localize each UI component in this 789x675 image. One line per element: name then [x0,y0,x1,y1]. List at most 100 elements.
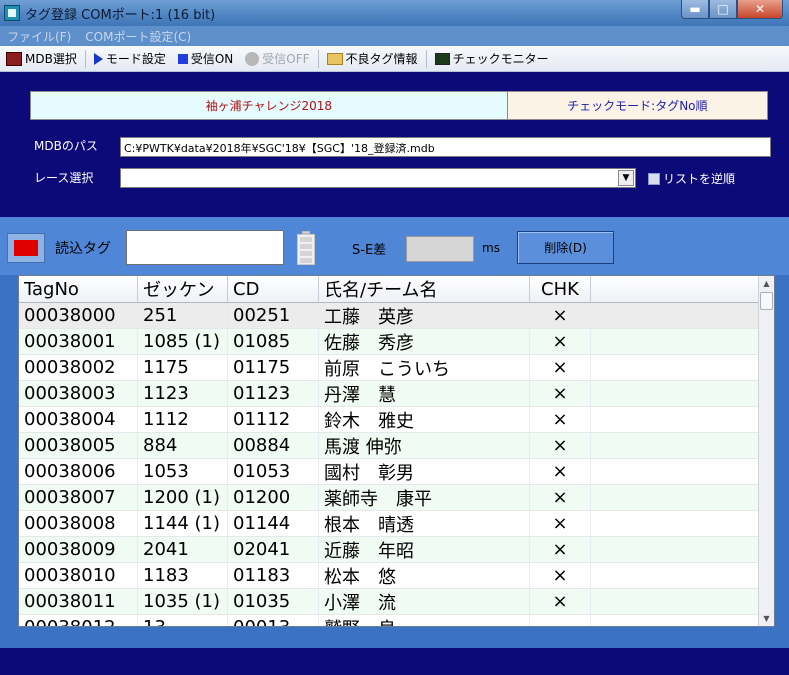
table-row[interactable]: 00038009 2041 02041 近藤 年昭 × [19,537,759,563]
cell-zekken: 1144 (1) [138,511,228,536]
table-row[interactable]: 00038001 1085 (1) 01085 佐藤 秀彦 × [19,329,759,355]
database-icon [6,51,22,66]
close-button[interactable]: ✕ [737,0,783,19]
cell-chk: × [530,329,591,354]
cell-cd: 01200 [228,485,319,510]
cell-zekken: 1053 [138,459,228,484]
receive-on-button[interactable]: 受信ON [172,48,239,70]
table-row[interactable]: 00038008 1144 (1) 01144 根本 晴透 × [19,511,759,537]
cell-tagno: 00038012 [19,615,138,626]
table-row[interactable]: 00038011 1035 (1) 01035 小澤 流 × [19,589,759,615]
race-select-dropdown[interactable]: ▼ [120,168,636,188]
receive-off-button[interactable]: 受信OFF [239,48,315,70]
scroll-thumb[interactable] [760,292,773,310]
minimize-button[interactable]: ▬ [681,0,709,19]
cell-name: 松本 悠 [319,563,530,588]
settings-panel: 袖ヶ浦チャレンジ2018 チェックモード:タグNo順 MDBのパス C:¥PWT… [0,72,789,217]
cell-cd: 01183 [228,563,319,588]
cell-cd: 01112 [228,407,319,432]
status-indicator [7,233,45,263]
table-row[interactable]: 00038004 1112 01112 鈴木 雅史 × [19,407,759,433]
receive-on-label: 受信ON [190,52,234,66]
cell-cd: 01085 [228,329,319,354]
column-header-tagno[interactable]: TagNo [19,276,138,302]
cell-zekken: 13 [138,615,228,626]
scroll-up-icon[interactable]: ▲ [759,276,774,291]
read-tag-field[interactable] [126,230,284,265]
reverse-list-label: リストを逆順 [663,172,736,186]
cell-chk: × [530,537,591,562]
cell-cd: 00013 [228,615,319,626]
tag-table[interactable]: TagNo ゼッケン CD 氏名/チーム名 CHK 00038000 251 0… [18,275,775,627]
read-tag-label: 読込タグ [55,241,111,257]
cell-name: 前原 こういち [319,355,530,380]
cell-tagno: 00038008 [19,511,138,536]
battery-icon [296,231,316,265]
tab-check-mode[interactable]: チェックモード:タグNo順 [507,92,767,119]
mode-tabs: 袖ヶ浦チャレンジ2018 チェックモード:タグNo順 [30,91,768,120]
check-monitor-button[interactable]: チェックモニター [429,48,555,70]
vertical-scrollbar[interactable]: ▲ ▼ [758,276,774,626]
checkbox-icon[interactable] [648,172,660,185]
mdb-path-field[interactable]: C:¥PWTK¥data¥2018年¥SGC'18¥【SGC】'18_登録済.m… [120,137,771,157]
cell-tagno: 00038004 [19,407,138,432]
cell-zekken: 1183 [138,563,228,588]
column-header-chk[interactable]: CHK [530,276,591,302]
cell-chk: × [530,433,591,458]
se-diff-label: S-E差 [352,243,387,258]
cell-name: 薬師寺 康平 [319,485,530,510]
folder-icon [326,52,343,65]
reverse-list-checkbox[interactable]: リストを逆順 [648,170,735,187]
table-row[interactable]: 00038000 251 00251 工藤 英彦 × [19,303,759,329]
cell-cd: 00884 [228,433,319,458]
cell-chk: × [530,407,591,432]
cell-tagno: 00038010 [19,563,138,588]
mdb-select-button[interactable]: MDB選択 [0,48,83,70]
cell-chk: × [530,355,591,380]
cell-chk: × [530,459,591,484]
cell-tagno: 00038006 [19,459,138,484]
cell-chk: × [530,381,591,406]
table-row[interactable]: 00038002 1175 01175 前原 こういち × [19,355,759,381]
table-row[interactable]: 00038006 1053 01053 國村 彰男 × [19,459,759,485]
cell-cd: 01035 [228,589,319,614]
table-row[interactable]: 00038003 1123 01123 丹澤 慧 × [19,381,759,407]
table-row[interactable]: 00038010 1183 01183 松本 悠 × [19,563,759,589]
cell-chk: × [530,563,591,588]
cell-name: 佐藤 秀彦 [319,329,530,354]
se-diff-field[interactable] [406,236,474,262]
delete-button[interactable]: 削除(D) [517,231,614,264]
menu-com-port-settings[interactable]: COMポート設定(C) [78,28,198,45]
column-header-zekken[interactable]: ゼッケン [138,276,228,302]
chevron-down-icon[interactable]: ▼ [618,170,634,186]
app-icon [4,5,20,21]
cell-tagno: 00038009 [19,537,138,562]
cell-zekken: 1175 [138,355,228,380]
cell-chk: × [530,589,591,614]
indicator-light [14,240,38,256]
maximize-button[interactable]: □ [709,0,737,19]
cell-name: 馬渡 伸弥 [319,433,530,458]
cell-name: 近藤 年昭 [319,537,530,562]
mode-setting-button[interactable]: モード設定 [88,48,172,70]
ms-unit-label: ms [482,241,500,255]
cell-cd: 01144 [228,511,319,536]
column-header-name[interactable]: 氏名/チーム名 [319,276,530,302]
cell-cd: 01123 [228,381,319,406]
table-row[interactable]: 00038007 1200 (1) 01200 薬師寺 康平 × [19,485,759,511]
menu-file[interactable]: ファイル(F) [0,28,78,45]
cell-zekken: 1085 (1) [138,329,228,354]
tab-event[interactable]: 袖ヶ浦チャレンジ2018 [31,92,508,119]
status-bar [0,648,789,675]
cell-cd: 00251 [228,303,319,328]
table-row[interactable]: 00038005 884 00884 馬渡 伸弥 × [19,433,759,459]
scroll-down-icon[interactable]: ▼ [759,611,774,626]
cell-zekken: 251 [138,303,228,328]
bad-tag-info-button[interactable]: 不良タグ情報 [321,48,424,70]
mdb-path-label: MDBのパス [34,139,98,153]
cell-name: 小澤 流 [319,589,530,614]
table-row[interactable]: 00038012 13 00013 鷲野 良 [19,615,759,626]
column-header-cd[interactable]: CD [228,276,319,302]
cell-zekken: 884 [138,433,228,458]
table-header: TagNo ゼッケン CD 氏名/チーム名 CHK [19,276,759,303]
